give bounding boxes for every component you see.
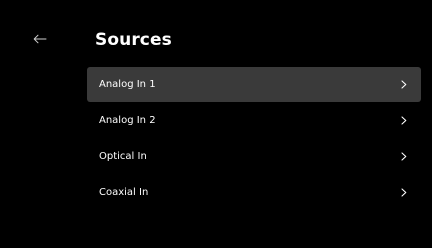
source-item-coaxial-in[interactable]: Coaxial In (87, 175, 421, 210)
chevron-right-icon (399, 116, 409, 126)
arrow-left-icon (33, 34, 47, 44)
source-item-label: Analog In 2 (99, 114, 156, 126)
source-list: Analog In 1 Analog In 2 Optical In Coaxi… (87, 67, 421, 211)
source-item-analog-in-1[interactable]: Analog In 1 (87, 67, 421, 102)
source-item-label: Analog In 1 (99, 78, 156, 90)
page-title: Sources (95, 30, 172, 50)
source-item-analog-in-2[interactable]: Analog In 2 (87, 103, 421, 138)
chevron-right-icon (399, 152, 409, 162)
back-button[interactable] (31, 30, 49, 48)
source-item-optical-in[interactable]: Optical In (87, 139, 421, 174)
chevron-right-icon (399, 188, 409, 198)
source-item-label: Coaxial In (99, 186, 149, 198)
source-item-label: Optical In (99, 150, 147, 162)
chevron-right-icon (399, 80, 409, 90)
